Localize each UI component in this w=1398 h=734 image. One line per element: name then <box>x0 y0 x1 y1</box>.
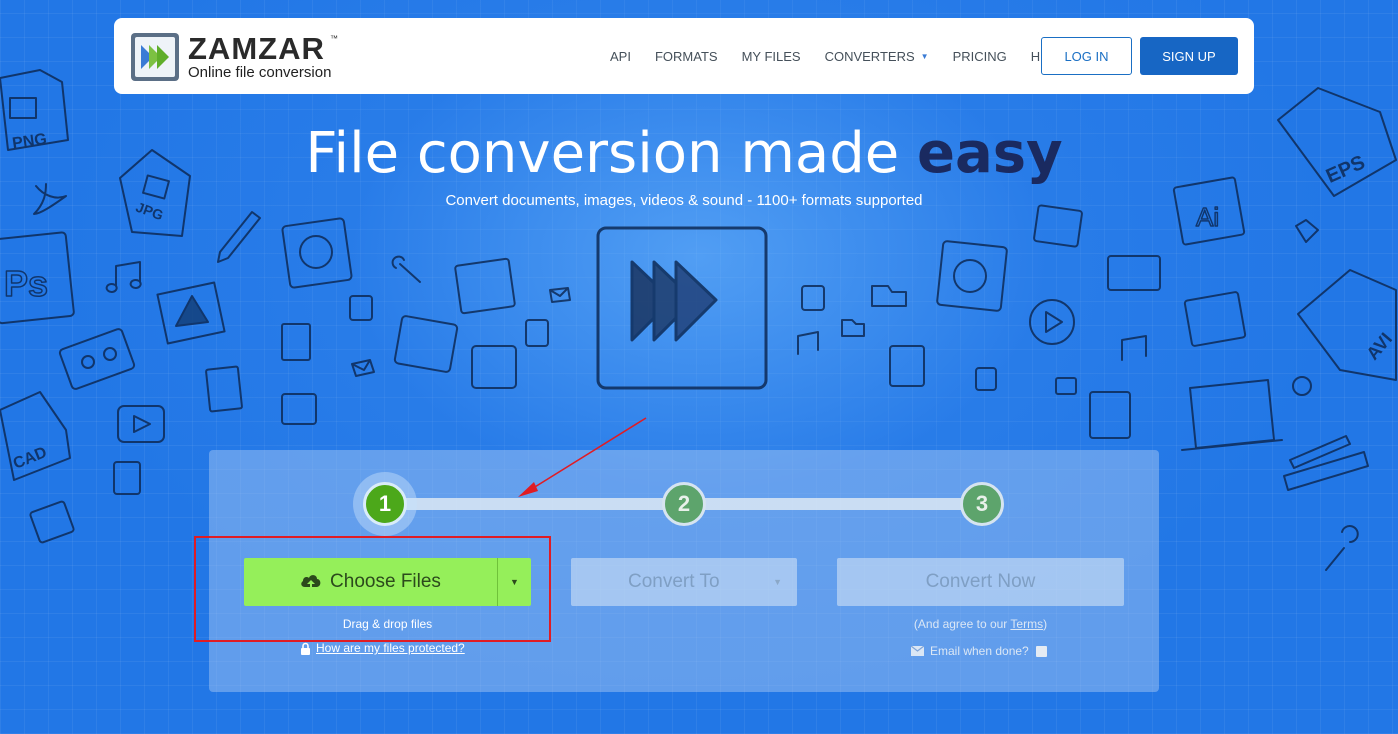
caret-down-icon: ▼ <box>920 51 929 61</box>
music-note-icon <box>1121 335 1147 361</box>
hero-title-emphasis: easy <box>917 121 1063 186</box>
nav-item-label: PRICING <box>952 48 1007 64</box>
annotation-highlight-box <box>194 536 551 642</box>
agree-prefix: (And agree to our <box>913 617 1011 631</box>
small-doc-icon <box>113 461 141 495</box>
picture-icon <box>1033 204 1083 248</box>
terms-link[interactable]: Terms <box>1010 617 1043 631</box>
avi-file-icon: AVI <box>1297 269 1397 381</box>
convert-to-label: Convert To <box>628 571 720 592</box>
magnifier-icon <box>1292 376 1312 396</box>
nav-item-pricing[interactable]: PRICING <box>953 49 1007 64</box>
cassette-icon <box>58 328 136 390</box>
caret-down-icon: ▼ <box>773 577 782 587</box>
play-stack-icon <box>454 257 516 315</box>
pencil-icon <box>1289 435 1351 469</box>
play-box-icon <box>156 281 226 345</box>
hero-subtitle: Convert documents, images, videos & soun… <box>445 192 923 209</box>
brand-trademark: ™ <box>330 34 338 43</box>
small-doc-icon <box>525 319 549 347</box>
files-protected-link[interactable]: How are my files protected? <box>300 641 465 655</box>
mp3-file-icon <box>281 323 311 361</box>
nav-item-label: FORMATS <box>654 48 718 64</box>
cad-file-icon: CAD <box>0 391 71 481</box>
small-doc-icon <box>975 367 997 391</box>
play-circle-icon <box>1029 299 1075 345</box>
terms-agreement: (And agree to our Terms) <box>837 617 1124 631</box>
wrench-icon <box>1325 525 1359 571</box>
nav-item-my-files[interactable]: MY FILES <box>742 49 801 64</box>
brand-tagline: Online file conversion <box>188 64 332 81</box>
laptop-icon <box>1181 379 1283 451</box>
folder-icon <box>841 319 865 337</box>
email-when-done[interactable]: Email when done? <box>911 644 1047 658</box>
envelope-icon <box>351 359 375 377</box>
photoshop-icon: Ps <box>0 231 75 325</box>
clipboard-icon <box>889 345 925 387</box>
zamzar-logo[interactable]: ZAMZAR ™ Online file conversion <box>130 32 360 82</box>
envelope-icon <box>911 646 924 656</box>
nav-item-formats[interactable]: FORMATS <box>655 49 718 64</box>
folder-icon <box>871 285 907 307</box>
nav-item-label: API <box>610 48 631 64</box>
music-note-icon <box>797 331 819 355</box>
envelope-icon <box>549 287 571 303</box>
zamzar-logo-icon <box>131 33 179 81</box>
main-nav: API FORMATS MY FILES CONVERTERS ▼ PRICING… <box>610 18 1089 94</box>
brand-name: ZAMZAR <box>188 31 325 66</box>
step-2-badge: 2 <box>662 482 706 526</box>
video-play-icon <box>117 405 165 443</box>
film-strip-icon <box>1107 255 1161 291</box>
agree-suffix: ) <box>1043 617 1048 631</box>
hero-title: File conversion made easy <box>0 118 1368 190</box>
lock-icon <box>301 642 310 655</box>
svg-text:Ps: Ps <box>4 263 48 304</box>
camera-doc-icon <box>29 500 75 544</box>
code-icon <box>1295 219 1319 243</box>
small-doc-icon <box>801 285 825 311</box>
nav-item-converters[interactable]: CONVERTERS ▼ <box>825 49 929 64</box>
contact-card-icon <box>471 345 517 389</box>
hero-title-text: File conversion made <box>305 121 917 186</box>
step-3-badge: 3 <box>960 482 1004 526</box>
email-when-done-label: Email when done? <box>930 644 1029 658</box>
clipboard-icon <box>1089 391 1131 439</box>
login-button[interactable]: LOG IN <box>1041 37 1132 75</box>
email-when-done-checkbox[interactable] <box>1035 645 1047 657</box>
nav-item-label: MY FILES <box>741 48 801 64</box>
refresh-box-icon <box>936 240 1008 312</box>
zamzar-play-icon <box>596 226 768 390</box>
signup-button[interactable]: SIGN UP <box>1140 37 1238 75</box>
music-note-icon <box>105 261 142 293</box>
doodle-label: AVI <box>1362 329 1396 364</box>
convert-to-select[interactable]: Convert To ▼ <box>571 558 797 606</box>
top-header: ZAMZAR ™ Online file conversion API FORM… <box>114 18 1254 94</box>
files-protected-label: How are my files protected? <box>316 641 465 655</box>
photo-icon <box>1183 291 1247 347</box>
convert-now-button[interactable]: Convert Now <box>837 558 1124 606</box>
mov-file-icon <box>205 365 243 413</box>
small-doc-icon <box>349 295 373 321</box>
pencil-icon <box>217 211 261 263</box>
picture-icon <box>281 393 317 425</box>
refresh-box-icon <box>281 217 353 289</box>
nav-item-label: CONVERTERS <box>824 48 915 64</box>
wrench-icon <box>391 255 421 283</box>
nav-item-api[interactable]: API <box>610 49 631 64</box>
folder-icon <box>1055 377 1077 395</box>
step-1-badge: 1 <box>363 482 407 526</box>
film-strip-icon <box>393 315 459 373</box>
